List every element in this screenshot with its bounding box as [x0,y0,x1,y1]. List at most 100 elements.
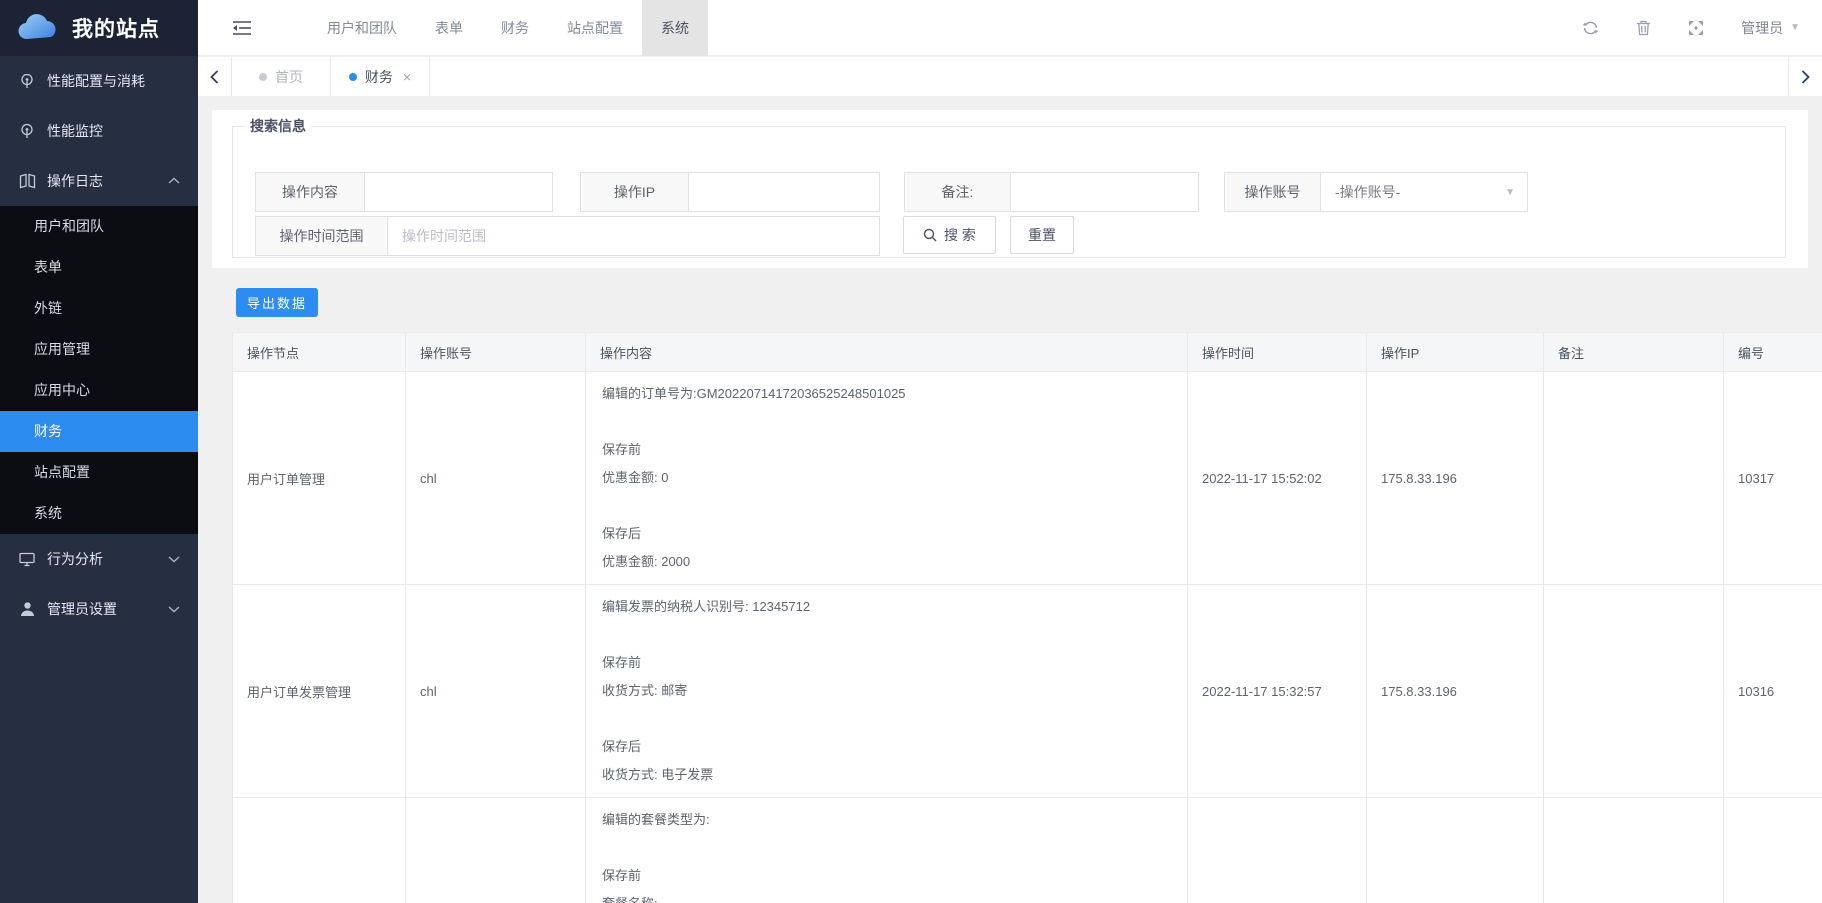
sidebar-item-performance-config[interactable]: 性能配置与消耗 [0,56,198,106]
tab-status-dot [349,73,357,81]
brand-logo: 我的站点 [0,0,198,56]
submenu-item-app-management[interactable]: 应用管理 [0,329,198,370]
operation-log-table: 操作节点 操作账号 操作内容 操作时间 操作IP 备注 编号 用户订单管理 ch… [232,332,1822,903]
sidebar-item-performance-monitor[interactable]: 性能监控 [0,106,198,156]
sidebar-item-label: 行为分析 [47,549,103,569]
cell-content: 编辑的订单号为:GM20220714172036525248501025 保存前… [586,372,1188,585]
top-tab-system-active[interactable]: 系统 [642,0,708,56]
table-row: 编辑的套餐类型为: 保存前 套餐名称: [233,798,1822,903]
header-operation-content: 操作内容 [586,333,1188,372]
top-bar: 用户和团队 表单 财务 站点配置 系统 管理员 ▼ [198,0,1822,56]
top-tab-users-teams[interactable]: 用户和团队 [308,0,416,56]
operation-account-group: 操作账号 -操作账号- ▼ [1224,172,1528,212]
trash-icon[interactable] [1636,20,1651,36]
monitor-screen-icon [18,550,36,568]
sidebar-item-behavior-analysis[interactable]: 行为分析 [0,534,198,584]
cell-id [1724,798,1822,903]
brand-title: 我的站点 [72,13,160,43]
page-tab-finance-active[interactable]: 财务 × [331,57,430,96]
content-line: 编辑的套餐类型为: [602,806,1171,834]
operation-account-selected-value: -操作账号- [1335,182,1400,202]
search-legend: 搜索信息 [245,116,311,136]
cell-time [1188,798,1367,903]
cell-remark [1544,585,1724,798]
page-tab-label: 首页 [275,67,303,87]
submenu-item-finance-active[interactable]: 财务 [0,411,198,452]
time-range-label: 操作时间范围 [255,216,387,256]
operation-account-select[interactable]: -操作账号- ▼ [1320,172,1528,212]
remark-label: 备注: [904,172,1010,212]
cell-account: chl [406,372,586,585]
cloud-logo-icon [16,13,62,43]
operation-logs-submenu: 用户和团队 表单 外链 应用管理 应用中心 财务 站点配置 系统 [0,206,198,534]
scroll-tabs-right-button[interactable] [1788,57,1822,96]
time-range-placeholder: 操作时间范围 [402,226,486,246]
export-data-button[interactable]: 导出数据 [236,288,318,317]
content-line [602,834,1171,862]
reset-button-label: 重置 [1028,225,1056,245]
user-menu[interactable]: 管理员 ▼ [1741,18,1800,38]
chevron-up-icon [168,177,180,185]
top-actions: 管理员 ▼ [1582,18,1822,38]
top-tab-site-config[interactable]: 站点配置 [548,0,642,56]
cell-node [233,798,406,903]
performance-icon [18,72,36,90]
close-icon[interactable]: × [403,69,411,85]
submenu-item-app-center[interactable]: 应用中心 [0,370,198,411]
content-line: 收货方式: 邮寄 [602,677,1171,705]
page-tab-home[interactable]: 首页 [232,57,331,96]
top-tab-finance[interactable]: 财务 [482,0,548,56]
content-line: 保存前 [602,862,1171,890]
content-line: 编辑的订单号为:GM20220714172036525248501025 [602,380,1171,408]
sidebar-item-label: 性能配置与消耗 [47,71,145,91]
time-range-input[interactable]: 操作时间范围 [387,216,880,256]
sidebar-item-admin-settings[interactable]: 管理员设置 [0,584,198,634]
cell-node: 用户订单管理 [233,372,406,585]
page-tab-label: 财务 [365,67,393,87]
content-line: 优惠金额: 2000 [602,548,1171,576]
content-line [602,705,1171,733]
operation-content-group: 操作内容 [255,172,553,212]
sidebar-item-label: 操作日志 [47,171,103,191]
reset-button[interactable]: 重置 [1010,216,1074,254]
sidebar-item-operation-logs[interactable]: 操作日志 [0,156,198,206]
user-icon [18,600,36,618]
chevron-down-icon [168,555,180,563]
refresh-icon[interactable] [1582,20,1599,36]
time-range-group: 操作时间范围 操作时间范围 [255,216,880,256]
header-id: 编号 [1724,333,1822,372]
cell-ip: 175.8.33.196 [1367,372,1544,585]
content-line: 编辑发票的纳税人识别号: 12345712 [602,593,1171,621]
submenu-item-forms[interactable]: 表单 [0,247,198,288]
submenu-item-users-teams[interactable]: 用户和团队 [0,206,198,247]
top-nav-tabs: 用户和团队 表单 财务 站点配置 系统 [308,0,708,56]
cell-ip [1367,798,1544,903]
cell-remark [1544,372,1724,585]
submenu-item-system[interactable]: 系统 [0,493,198,534]
content-line [602,492,1171,520]
submenu-item-external-links[interactable]: 外链 [0,288,198,329]
search-icon [923,228,937,242]
top-tab-forms[interactable]: 表单 [416,0,482,56]
user-name: 管理员 [1741,18,1783,38]
table-row: 用户订单发票管理 chl 编辑发票的纳税人识别号: 12345712 保存前 收… [233,585,1822,798]
submenu-item-site-config[interactable]: 站点配置 [0,452,198,493]
header-remark: 备注 [1544,333,1724,372]
remark-input[interactable] [1010,172,1199,212]
cell-id: 10316 [1724,585,1822,798]
sidebar-item-label: 性能监控 [47,121,103,141]
fullscreen-icon[interactable] [1688,20,1704,36]
menu-fold-icon[interactable] [232,20,252,36]
cell-node: 用户订单发票管理 [233,585,406,798]
caret-down-icon: ▼ [1790,22,1800,33]
operation-ip-input[interactable] [688,172,880,212]
search-button[interactable]: 搜 索 [903,216,996,254]
cell-time: 2022-11-17 15:52:02 [1188,372,1367,585]
table-header-row: 操作节点 操作账号 操作内容 操作时间 操作IP 备注 编号 [233,333,1822,372]
operation-content-input[interactable] [364,172,553,212]
header-operation-time: 操作时间 [1188,333,1367,372]
content-line: 优惠金额: 0 [602,464,1171,492]
search-form-row-2: 操作时间范围 操作时间范围 搜 索 重置 [255,216,1074,256]
scroll-tabs-left-button[interactable] [198,57,232,96]
cell-content: 编辑的套餐类型为: 保存前 套餐名称: [586,798,1188,903]
